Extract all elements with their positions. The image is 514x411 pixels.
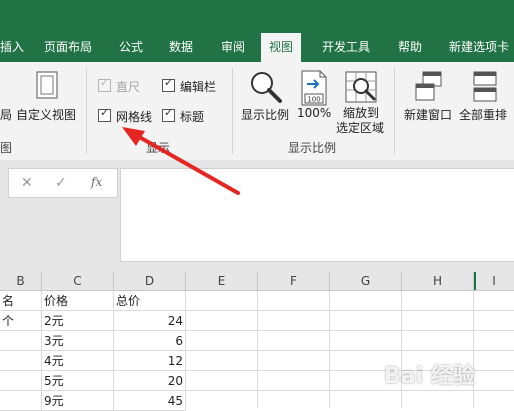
annotation-arrow <box>122 127 240 195</box>
watermark: Bai 经验 <box>384 364 475 389</box>
